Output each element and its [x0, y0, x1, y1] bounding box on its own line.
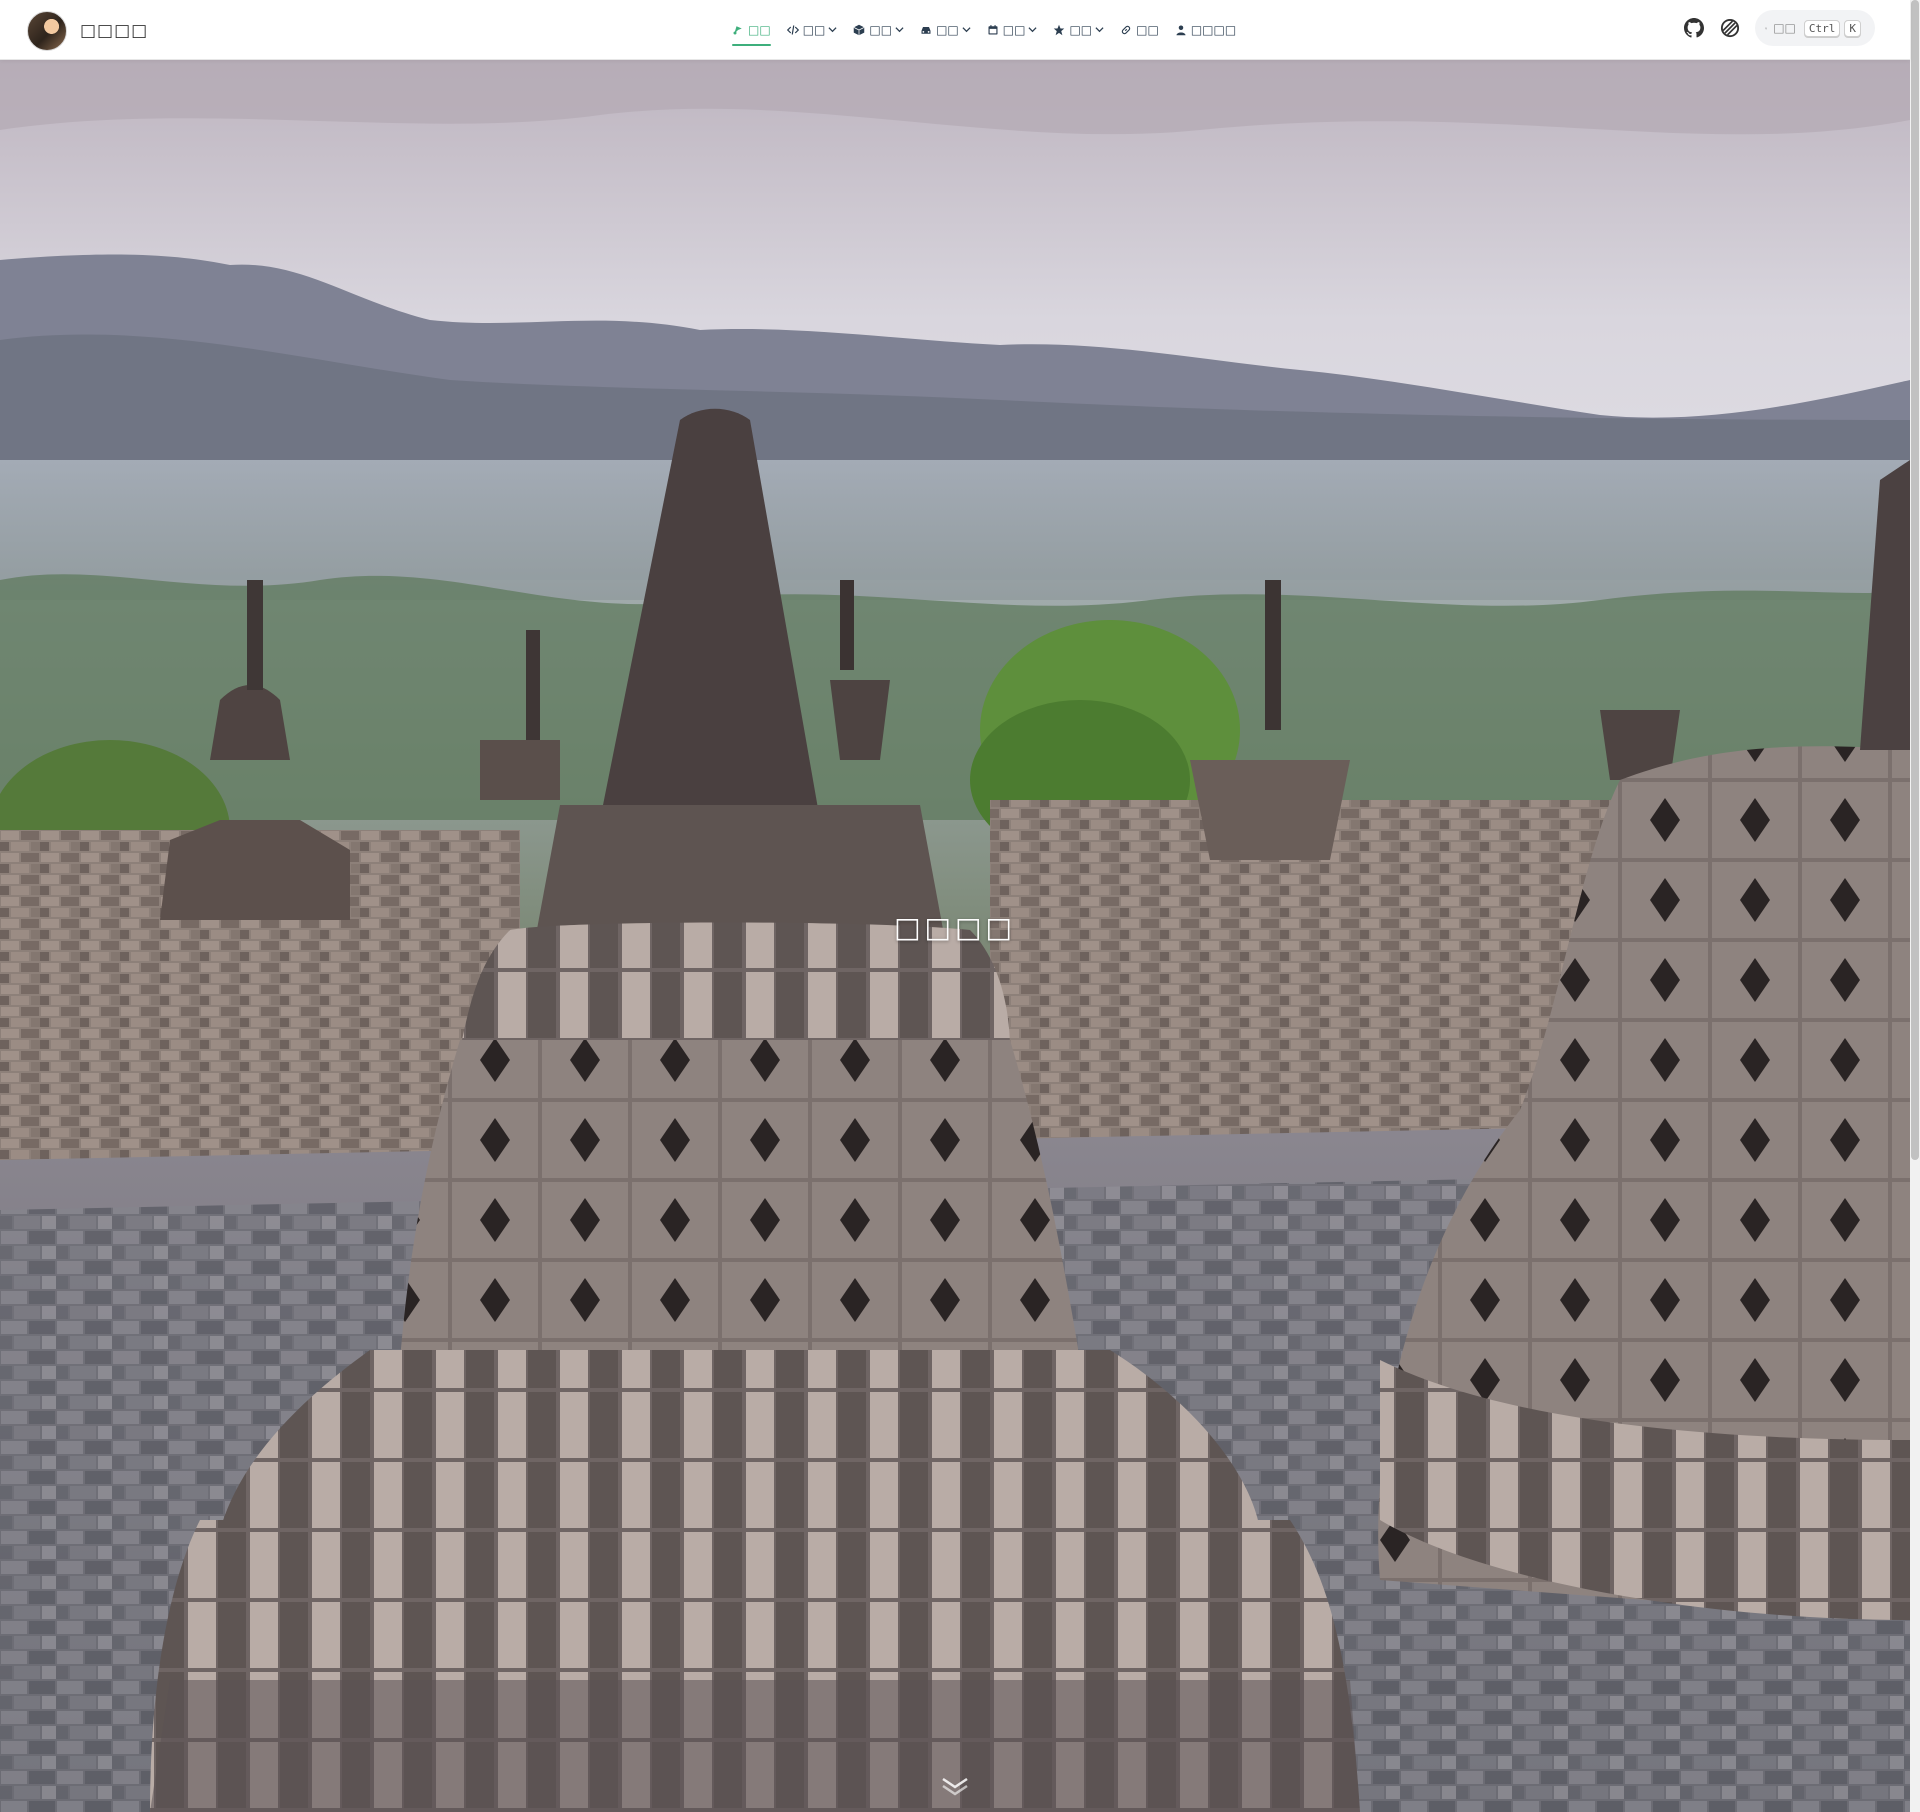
theme-toggle-button[interactable]: [1719, 17, 1741, 39]
github-icon: [1684, 18, 1704, 38]
cube-icon: [853, 24, 865, 35]
chevron-down-icon: [942, 1777, 968, 1796]
chevron-down-icon: [962, 27, 971, 33]
nav-item-calendar[interactable]: □□: [979, 0, 1046, 59]
github-link[interactable]: [1683, 17, 1705, 39]
nav-item-links[interactable]: □□: [1112, 0, 1167, 59]
chevron-down-icon: [1028, 27, 1037, 33]
nav-item-car[interactable]: □□: [912, 0, 979, 59]
user-icon: [1176, 25, 1186, 35]
compass-icon: [733, 25, 742, 34]
search-box[interactable]: □□ Ctrl K: [1755, 10, 1875, 46]
code-icon: [786, 24, 799, 35]
scroll-down-button[interactable]: [940, 1770, 970, 1800]
navbar: □□□□ □□ □□ □□ □□ □□ □□ □□ □□□□ □□ Ctrl K: [0, 0, 1910, 60]
car-icon: [921, 26, 931, 34]
nav-item-label: □□: [936, 22, 959, 37]
site-name[interactable]: □□□□: [80, 21, 148, 41]
kbd-ctrl: Ctrl: [1803, 19, 1841, 37]
nav-item-label: □□: [1069, 22, 1093, 37]
nav-item-cube[interactable]: □□: [845, 0, 912, 59]
nav-item-label: □□□□: [1190, 22, 1237, 37]
brand[interactable]: □□□□: [27, 11, 148, 51]
calendar-icon: [988, 24, 998, 34]
page-scrollbar[interactable]: [1910, 0, 1920, 1812]
hero-banner: □□□□: [0, 60, 1910, 1812]
link-icon: [1121, 25, 1131, 34]
star-icon: [1054, 24, 1065, 35]
kbd-k: K: [1844, 19, 1861, 37]
hero-title: □□□□: [894, 911, 1016, 944]
chevron-down-icon: [828, 27, 837, 33]
nav-item-home[interactable]: □□: [724, 0, 779, 59]
nav-item-label: □□: [802, 22, 826, 37]
nav-item-label: □□: [748, 22, 771, 37]
main-nav: □□ □□ □□ □□ □□ □□ □□ □□□□: [724, 0, 1244, 59]
nav-item-about[interactable]: □□□□: [1167, 0, 1244, 59]
theme-toggle-icon: [1720, 18, 1740, 38]
nav-item-star[interactable]: □□: [1045, 0, 1112, 59]
chevron-down-icon: [895, 27, 904, 33]
nav-item-label: □□: [1002, 22, 1026, 37]
nav-item-label: □□: [1136, 22, 1159, 37]
chevron-down-icon: [1095, 27, 1104, 33]
scrollbar-thumb[interactable]: [1911, 0, 1919, 1160]
right-tools: □□ Ctrl K: [1683, 10, 1875, 46]
avatar[interactable]: [27, 11, 67, 51]
search-placeholder: □□: [1773, 21, 1796, 35]
nav-item-label: □□: [869, 22, 893, 37]
nav-item-code[interactable]: □□: [779, 0, 846, 59]
search-icon: [1765, 27, 1768, 29]
